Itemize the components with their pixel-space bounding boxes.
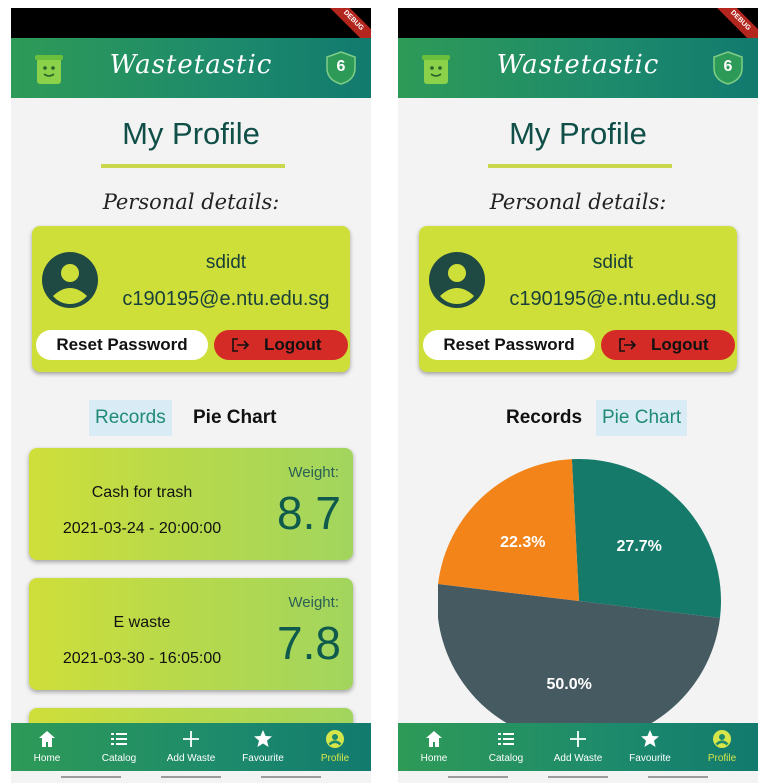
tab-pie-chart[interactable]: Pie Chart bbox=[187, 400, 282, 436]
nav-label: Home bbox=[33, 753, 61, 764]
logout-icon bbox=[232, 338, 250, 352]
logout-button[interactable]: Logout bbox=[601, 330, 735, 360]
points-badge[interactable]: 6 bbox=[712, 50, 744, 86]
app-title: Wastetastic bbox=[109, 50, 273, 80]
page-title: My Profile bbox=[509, 116, 647, 151]
username: sdidt bbox=[205, 252, 247, 273]
star-icon bbox=[641, 730, 659, 747]
record-card[interactable]: Cash for trash 2021-03-24 - 20:00:00 Wei… bbox=[29, 448, 353, 560]
logout-label: Logout bbox=[264, 335, 322, 354]
nav-label: Catalog bbox=[101, 753, 137, 764]
nav-label: Add Waste bbox=[553, 753, 603, 764]
nav-home[interactable]: Home bbox=[11, 723, 83, 771]
record-weight: 7.8 bbox=[277, 617, 341, 669]
profile-card: sdidt c190195@e.ntu.edu.sg Reset Passwor… bbox=[32, 226, 350, 372]
app-bar: Wastetastic 6 bbox=[398, 38, 758, 98]
app-bar: Wastetastic 6 bbox=[11, 38, 371, 98]
logout-icon bbox=[619, 338, 637, 352]
plus-icon bbox=[183, 731, 199, 747]
pie-slice-label: 27.7% bbox=[617, 538, 662, 555]
bottom-navigation: Home Catalog Add Waste Favourite Profile bbox=[398, 723, 758, 771]
profile-tabs: Records Pie Chart bbox=[398, 400, 758, 436]
record-weight-label: Weight: bbox=[288, 594, 339, 611]
nav-label: Profile bbox=[320, 753, 350, 764]
nav-label: Favourite bbox=[629, 753, 671, 764]
title-underline bbox=[488, 164, 672, 168]
nav-label: Profile bbox=[707, 753, 737, 764]
list-icon bbox=[498, 733, 514, 745]
nav-add-waste[interactable]: Add Waste bbox=[155, 723, 227, 771]
badge-count: 6 bbox=[336, 58, 346, 75]
nav-catalog[interactable]: Catalog bbox=[470, 723, 542, 771]
star-icon bbox=[254, 730, 272, 747]
title-underline bbox=[101, 164, 285, 168]
home-icon bbox=[39, 731, 55, 747]
list-icon bbox=[111, 733, 127, 745]
section-title: Personal details: bbox=[489, 190, 667, 214]
nav-label: Add Waste bbox=[166, 753, 216, 764]
nav-label: Catalog bbox=[488, 753, 524, 764]
record-weight-label: Weight: bbox=[288, 464, 339, 481]
section-title: Personal details: bbox=[102, 190, 280, 214]
tab-pie-chart[interactable]: Pie Chart bbox=[596, 400, 688, 436]
logout-label: Logout bbox=[651, 335, 709, 354]
nav-label: Favourite bbox=[242, 753, 284, 764]
pie-slice-label: 50.0% bbox=[546, 676, 591, 693]
bottom-navigation: Home Catalog Add Waste Favourite Profile bbox=[11, 723, 371, 771]
record-name: E waste bbox=[113, 614, 171, 631]
email: c190195@e.ntu.edu.sg bbox=[122, 288, 330, 310]
pie-chart: 27.7% 50.0% 22.3% bbox=[438, 438, 738, 728]
pie-slice-label: 22.3% bbox=[500, 534, 545, 551]
phone-screen-records: DEBUG Wastetastic 6 My Profile Personal … bbox=[11, 8, 371, 783]
nav-add-waste[interactable]: Add Waste bbox=[542, 723, 614, 771]
record-weight: 8.7 bbox=[277, 487, 341, 539]
points-badge[interactable]: 6 bbox=[325, 50, 357, 86]
badge-count: 6 bbox=[723, 58, 733, 75]
nav-catalog[interactable]: Catalog bbox=[83, 723, 155, 771]
phone-screen-pie-chart: DEBUG Wastetastic 6 My Profile Personal … bbox=[398, 8, 758, 783]
gesture-bar bbox=[398, 771, 758, 783]
account-circle-icon bbox=[42, 252, 98, 308]
tab-records[interactable]: Records bbox=[500, 400, 588, 436]
record-date: 2021-03-24 - 20:00:00 bbox=[62, 520, 222, 537]
record-date: 2021-03-30 - 16:05:00 bbox=[62, 650, 222, 667]
nav-favourite[interactable]: Favourite bbox=[614, 723, 686, 771]
person-icon bbox=[326, 730, 344, 748]
nav-home[interactable]: Home bbox=[398, 723, 470, 771]
profile-card: sdidt c190195@e.ntu.edu.sg Reset Passwor… bbox=[419, 226, 737, 372]
nav-profile[interactable]: Profile bbox=[686, 723, 758, 771]
nav-profile[interactable]: Profile bbox=[299, 723, 371, 771]
record-card[interactable]: E waste 2021-03-30 - 16:05:00 Weight: 7.… bbox=[29, 578, 353, 690]
account-circle-icon bbox=[429, 252, 485, 308]
pie-chart-svg: 27.7% 50.0% 22.3% bbox=[438, 459, 721, 728]
person-icon bbox=[713, 730, 731, 748]
status-bar: DEBUG bbox=[11, 8, 371, 55]
app-title: Wastetastic bbox=[496, 50, 660, 80]
reset-password-button[interactable]: Reset Password bbox=[36, 330, 208, 360]
logout-button[interactable]: Logout bbox=[214, 330, 348, 360]
plus-icon bbox=[570, 731, 586, 747]
page-title: My Profile bbox=[122, 116, 260, 151]
username: sdidt bbox=[592, 252, 634, 273]
home-icon bbox=[426, 731, 442, 747]
status-bar: DEBUG bbox=[398, 8, 758, 55]
gesture-bar bbox=[11, 771, 371, 783]
record-name: Cash for trash bbox=[91, 484, 193, 501]
profile-tabs: Records Pie Chart bbox=[11, 400, 371, 436]
email: c190195@e.ntu.edu.sg bbox=[509, 288, 717, 310]
nav-label: Home bbox=[420, 753, 448, 764]
reset-password-button[interactable]: Reset Password bbox=[423, 330, 595, 360]
nav-favourite[interactable]: Favourite bbox=[227, 723, 299, 771]
pie-slice bbox=[438, 459, 579, 601]
tab-records[interactable]: Records bbox=[89, 400, 172, 436]
